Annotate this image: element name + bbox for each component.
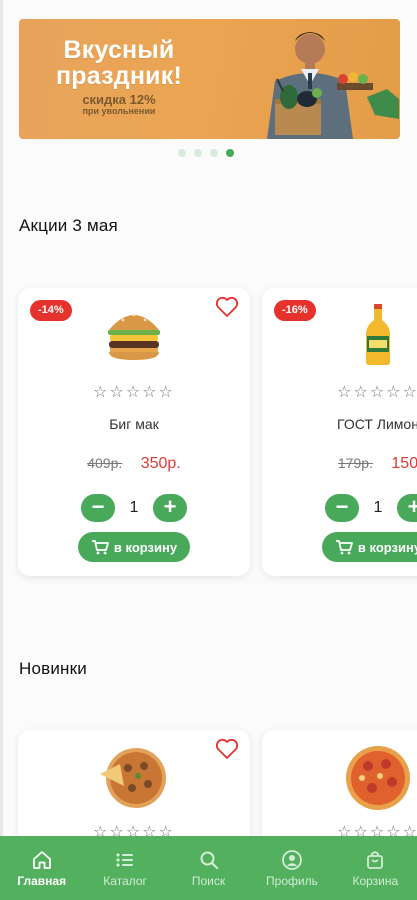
add-to-cart-button[interactable]: в корзину <box>78 532 190 562</box>
burger-icon <box>108 313 160 360</box>
left-edge <box>0 0 3 900</box>
quantity-stepper: − 1 + <box>262 494 417 522</box>
add-to-cart-label: в корзину <box>113 539 178 555</box>
banner-note: при увольнении <box>82 106 156 116</box>
nav-label-search: Поиск <box>191 873 226 888</box>
banner-title-line1: Вкусный <box>63 36 175 64</box>
add-to-cart-label: в корзину <box>357 539 417 555</box>
product-card[interactable]: -14% ☆☆☆☆☆ Биг мак 409р. 350р. − 1 + в к… <box>18 288 250 576</box>
quantity-value: 1 <box>129 499 139 516</box>
search-icon <box>200 851 218 869</box>
pizza-icon <box>100 748 166 808</box>
carousel-dot-active[interactable] <box>226 149 234 157</box>
bottom-navigation: Главная Каталог Поиск Профиль Корзина <box>0 836 417 900</box>
promo-section-title: Акции 3 мая <box>19 216 118 235</box>
decrease-button[interactable]: − <box>81 494 115 522</box>
pizza-icon <box>346 746 410 810</box>
carousel-dot[interactable] <box>178 149 186 157</box>
add-to-cart-button[interactable]: в корзину <box>322 532 417 562</box>
nav-item-profile[interactable]: Профиль <box>250 836 333 900</box>
current-price: 150 <box>391 455 417 472</box>
nav-item-cart[interactable]: Корзина <box>334 836 417 900</box>
price-row: 409р. 350р. <box>18 455 250 473</box>
product-name[interactable]: ГОСТ Лимон <box>262 416 417 432</box>
decrease-button[interactable]: − <box>325 494 359 522</box>
carousel-dot[interactable] <box>194 149 202 157</box>
nav-item-catalog[interactable]: Каталог <box>83 836 166 900</box>
banner-title-line2: праздник! <box>56 62 182 90</box>
rating-stars[interactable]: ☆☆☆☆☆ <box>262 382 417 402</box>
product-name[interactable]: Биг мак <box>18 416 250 432</box>
list-icon <box>116 852 134 867</box>
promo-banner[interactable]: Вкусный праздник! скидка 12% при увольне… <box>19 19 400 139</box>
bag-icon <box>367 850 384 869</box>
nav-label-catalog: Каталог <box>103 873 147 888</box>
new-section-title: Новинки <box>19 659 87 678</box>
carousel-dot[interactable] <box>210 149 218 157</box>
app-screen: Вкусный праздник! скидка 12% при увольне… <box>0 0 417 900</box>
rating-stars[interactable]: ☆☆☆☆☆ <box>18 382 250 402</box>
nav-label-home: Главная <box>17 873 67 888</box>
nav-item-search[interactable]: Поиск <box>167 836 250 900</box>
price-row: 179р. 150 <box>262 455 417 473</box>
old-price: 409р. <box>87 455 123 471</box>
increase-button[interactable]: + <box>153 494 187 522</box>
cart-icon <box>335 540 353 555</box>
product-image[interactable] <box>262 304 417 366</box>
product-image[interactable] <box>18 742 250 812</box>
product-card[interactable]: -16% ☆☆☆☆☆ ГОСТ Лимон 179р. 150 − 1 + в … <box>262 288 417 576</box>
lemonade-bottle-icon <box>366 304 390 365</box>
product-image[interactable] <box>18 304 250 366</box>
nav-label-cart: Корзина <box>352 873 399 888</box>
profile-icon <box>282 849 302 870</box>
carousel-indicator[interactable] <box>178 149 234 157</box>
product-image[interactable] <box>262 742 417 812</box>
banner-subtitle: скидка 12% <box>82 92 156 107</box>
quantity-value: 1 <box>373 499 383 516</box>
current-price: 350р. <box>140 455 181 472</box>
nav-item-home[interactable]: Главная <box>0 836 83 900</box>
cart-icon <box>91 540 109 555</box>
banner-text: Вкусный праздник! скидка 12% при увольне… <box>19 37 219 117</box>
old-price: 179р. <box>337 455 373 471</box>
increase-button[interactable]: + <box>397 494 417 522</box>
banner-man-illustration <box>267 32 399 139</box>
home-icon <box>32 850 51 869</box>
nav-label-profile: Профиль <box>266 873 318 888</box>
quantity-stepper: − 1 + <box>18 494 250 522</box>
